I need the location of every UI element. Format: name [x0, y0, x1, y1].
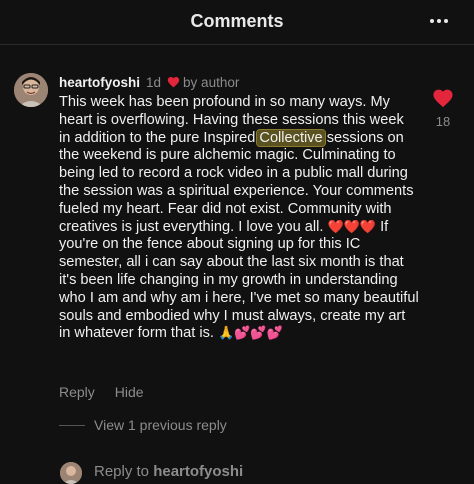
view-previous-replies-link[interactable]: View 1 previous reply	[94, 417, 227, 433]
comment-text-part-3: If you're on the fence about signing up …	[59, 218, 419, 342]
comment-author[interactable]: heartofyoshi	[59, 75, 140, 90]
liked-by-author-label: by author	[183, 74, 240, 90]
pink-hearts-emoji: 💕💕💕	[234, 326, 283, 342]
reply-target: heartofyoshi	[153, 463, 244, 480]
author-heart-icon	[167, 77, 180, 88]
comment-time: 1d	[146, 74, 162, 90]
red-hearts-emoji: ❤️❤️❤️	[327, 219, 377, 235]
comment-text: This week has been profound in so many w…	[59, 94, 419, 343]
comment-actions: Reply Hide	[59, 384, 144, 400]
reply-avatar	[60, 462, 82, 484]
like-heart-icon[interactable]	[432, 88, 454, 108]
reply-prefix: Reply to	[94, 463, 154, 480]
comments-header: Comments	[0, 0, 474, 45]
comment-meta: heartofyoshi 1d by author	[59, 73, 239, 91]
highlighted-word[interactable]: Collective	[256, 128, 326, 147]
more-horizontal-icon[interactable]	[426, 8, 452, 34]
like-count: 18	[435, 114, 451, 129]
avatar[interactable]	[14, 73, 48, 107]
thread-divider	[59, 425, 85, 426]
pray-emoji: 🙏	[217, 326, 235, 342]
reply-button[interactable]: Reply	[59, 384, 95, 400]
hide-button[interactable]: Hide	[115, 384, 144, 400]
reply-input[interactable]: Reply to heartofyoshi	[94, 463, 243, 480]
page-title: Comments	[190, 11, 284, 31]
reply-bar[interactable]: Reply to heartofyoshi	[0, 452, 474, 484]
